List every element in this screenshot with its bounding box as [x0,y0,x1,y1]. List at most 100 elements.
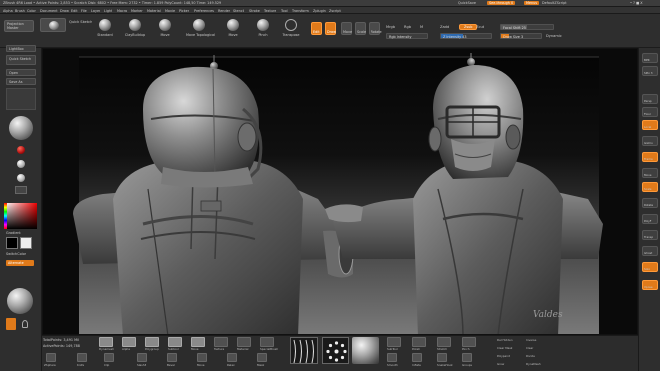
window-controls[interactable]: • ? ■ X [630,1,643,5]
menu-color[interactable]: Color [27,9,36,13]
menu-macro[interactable]: Macro [117,9,127,13]
menu-brush[interactable]: Brush [15,9,25,13]
move-tool-icon[interactable] [197,353,207,362]
lightbox-tray-button[interactable]: LightBox [6,45,36,52]
color-picker-square[interactable] [5,203,37,229]
clear-mask-button[interactable]: Clear Mask [497,346,512,350]
secondary-color-swatch[interactable] [20,237,32,249]
pinch-shelf-icon[interactable] [462,337,476,347]
alpha-shelf-icon[interactable] [122,337,136,347]
save-as-button[interactable]: Save As [6,78,36,85]
special-brush-shelf-icon[interactable] [260,337,274,347]
move-shelf-icon[interactable] [191,337,205,347]
focal-shift-slider[interactable]: Focal Shift 25 [500,24,554,30]
menu-stroke[interactable]: Stroke [249,9,260,13]
brush-pinch[interactable]: Pinch [250,17,276,45]
persp-button[interactable]: Persp [642,94,658,104]
bevel-tool-icon[interactable] [167,353,177,362]
main-color-swatch[interactable] [6,237,18,249]
quick-sketch-label[interactable]: Quick Sketch [69,20,92,24]
edit-mode-button[interactable]: Edit [311,22,322,35]
brush-move-topological[interactable]: Move Topological [186,17,215,45]
mrgb-toggle[interactable]: Mrgb [386,25,395,29]
menu-layer[interactable]: Layer [91,9,100,13]
stroke-sphere-icon[interactable] [17,174,25,182]
rotate-view-button[interactable]: Rotate [642,198,658,208]
local-button[interactable]: Local [642,120,658,130]
inverse-button[interactable]: Inverse [526,338,536,342]
gizmo-button[interactable]: Gizmo [642,136,658,146]
stretch-shelf-icon[interactable] [437,337,451,347]
dots-stroke-icon[interactable] [6,318,16,330]
sculpt-models-render[interactable]: Valdes [43,49,638,335]
dynamesh-shelf-icon[interactable] [99,337,113,347]
open-button[interactable]: Open [6,69,36,76]
divide-button[interactable]: Divide [526,354,535,358]
knife-tool-icon[interactable] [77,353,87,362]
dynamesh-button[interactable]: DynaMesh [526,362,541,366]
quicksave-button[interactable]: QuickSave [458,1,476,5]
inflate-tool-icon[interactable] [412,353,422,362]
solo-button[interactable]: Solo [642,262,658,272]
quick-sketch-tray-button[interactable]: Quick Sketch [6,55,36,65]
projection-master-button[interactable]: Projection Master [4,20,34,32]
dots-alpha-slot[interactable] [322,337,349,364]
subtool-shelf-icon-2[interactable] [387,337,401,347]
rgb-toggle[interactable]: Rgb [404,25,411,29]
viewport-canvas[interactable]: Valdes [42,48,638,335]
dynamic-toggle[interactable]: Dynamic [546,34,562,38]
zsub-toggle[interactable]: Zsub [459,24,478,30]
switch-color-button[interactable]: SwitchColor [6,252,26,256]
move-mode-button[interactable]: Move [341,22,352,35]
menu-zscript[interactable]: Zscript [329,9,341,13]
polygroup-shelf-icon[interactable] [145,337,159,347]
gyro-icon[interactable] [22,320,28,328]
alpha-strip-slot[interactable] [290,337,318,364]
brush-move[interactable]: Move [152,17,178,45]
groups-tool-icon[interactable] [462,353,472,362]
menu-tool[interactable]: Tool [281,9,288,13]
menu-alpha[interactable]: Alpha [3,9,13,13]
polyf-button[interactable]: PolyF [642,214,658,224]
snakehook-tool-icon[interactable] [437,353,447,362]
scale-view-button[interactable]: Scale [642,182,658,192]
brush-transpose[interactable]: Transpose [278,17,304,45]
clip-tool-icon[interactable] [104,353,114,362]
menu-zplugin[interactable]: Zplugin [313,9,326,13]
lightbox-button[interactable] [40,18,66,32]
ghost-button[interactable]: Ghost [642,246,658,256]
slash-tool-icon[interactable] [137,353,147,362]
bpr-button[interactable]: BPR [642,53,658,63]
material-shelf-icon[interactable] [237,337,251,347]
menu-marker[interactable]: Marker [131,9,143,13]
hue-strip[interactable] [4,203,7,229]
m-toggle[interactable]: M [420,25,423,29]
mask-tool-icon[interactable] [257,353,267,362]
alpha-sphere-icon[interactable] [17,160,25,168]
floor-button[interactable]: Floor [642,107,658,117]
see-through-slider[interactable]: See-through 0 [487,1,516,5]
xpose-button[interactable]: Xpose [642,280,658,290]
move-view-button[interactable]: Move [642,168,658,178]
menu-render[interactable]: Render [218,9,230,13]
menu-light[interactable]: Light [104,9,112,13]
menu-transform[interactable]: Transform [292,9,309,13]
grow-button[interactable]: Grow [497,362,504,366]
menu-draw[interactable]: Draw [60,9,69,13]
spix-button[interactable]: SPix 3 [642,66,658,76]
brush-preview-sphere-icon[interactable] [7,288,33,314]
transp-button[interactable]: Transp [642,230,658,240]
menu-material[interactable]: Material [147,9,161,13]
smooth-tool-icon[interactable] [387,353,397,362]
texture-slot[interactable] [15,186,27,194]
brush-claybuildup[interactable]: ClayBuildup [122,17,148,45]
material-sphere-icon[interactable] [9,116,33,140]
red-wax-material-icon[interactable] [17,146,25,154]
subtool-shelf-icon[interactable] [168,337,182,347]
brush-standard[interactable]: Standard [92,17,118,45]
texture-shelf-icon[interactable] [214,337,228,347]
menu-preferences[interactable]: Preferences [194,9,214,13]
relax-tool-icon[interactable] [227,353,237,362]
menu-stencil[interactable]: Stencil [233,9,244,13]
alternate-button[interactable]: Alternate [6,260,34,266]
